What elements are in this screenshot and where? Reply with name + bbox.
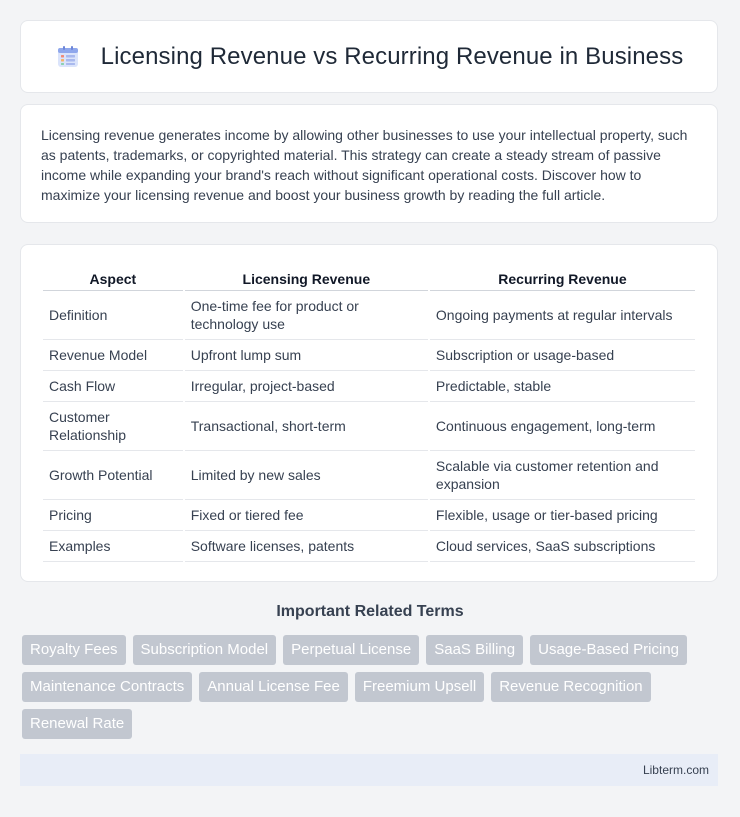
row-recurring: Predictable, stable: [429, 371, 695, 402]
row-aspect: Customer Relationship: [43, 402, 183, 451]
row-licensing: Transactional, short-term: [184, 402, 428, 451]
row-licensing: Irregular, project-based: [184, 371, 428, 402]
row-recurring: Continuous engagement, long-term: [429, 402, 695, 451]
related-term-tag[interactable]: Perpetual License: [283, 635, 420, 665]
related-terms-list: Royalty Fees Subscription Model Perpetua…: [22, 635, 722, 739]
document-list-icon: [57, 45, 78, 67]
row-aspect: Examples: [43, 531, 183, 562]
row-recurring: Cloud services, SaaS subscriptions: [429, 531, 695, 562]
row-recurring: Scalable via customer retention and expa…: [429, 451, 695, 500]
row-aspect: Growth Potential: [43, 451, 183, 500]
row-aspect: Definition: [43, 291, 183, 340]
column-header-licensing: Licensing Revenue: [184, 265, 428, 291]
column-header-recurring: Recurring Revenue: [429, 265, 695, 291]
related-term-tag[interactable]: Subscription Model: [132, 635, 277, 665]
intro-card: Licensing revenue generates income by al…: [20, 104, 718, 223]
row-aspect: Revenue Model: [43, 340, 183, 371]
row-recurring: Subscription or usage-based: [429, 340, 695, 371]
related-term-tag[interactable]: Revenue Recognition: [491, 672, 651, 702]
related-term-tag[interactable]: Usage-Based Pricing: [530, 635, 688, 665]
row-licensing: Fixed or tiered fee: [184, 500, 428, 531]
row-recurring: Ongoing payments at regular intervals: [429, 291, 695, 340]
row-licensing: Upfront lump sum: [184, 340, 428, 371]
comparison-card: Aspect Licensing Revenue Recurring Reven…: [20, 244, 718, 582]
row-recurring: Flexible, usage or tier-based pricing: [429, 500, 695, 531]
table-row: Customer Relationship Transactional, sho…: [43, 402, 695, 451]
related-term-tag[interactable]: Royalty Fees: [22, 635, 126, 665]
column-header-aspect: Aspect: [43, 265, 183, 291]
table-row: Definition One-time fee for product or t…: [43, 291, 695, 340]
page-title: Licensing Revenue vs Recurring Revenue i…: [100, 42, 684, 70]
row-aspect: Pricing: [43, 500, 183, 531]
intro-paragraph: Licensing revenue generates income by al…: [41, 127, 688, 203]
related-term-tag[interactable]: Freemium Upsell: [354, 672, 485, 702]
header-card: Licensing Revenue vs Recurring Revenue i…: [20, 20, 718, 93]
related-term-tag[interactable]: Annual License Fee: [199, 672, 348, 702]
row-licensing: One-time fee for product or technology u…: [184, 291, 428, 340]
table-row: Growth Potential Limited by new sales Sc…: [43, 451, 695, 500]
footer-site-link[interactable]: Libterm.com: [643, 763, 709, 777]
table-row: Examples Software licenses, patents Clou…: [43, 531, 695, 562]
row-licensing: Limited by new sales: [184, 451, 428, 500]
row-aspect: Cash Flow: [43, 371, 183, 402]
table-row: Cash Flow Irregular, project-based Predi…: [43, 371, 695, 402]
row-licensing: Software licenses, patents: [184, 531, 428, 562]
footer: Libterm.com: [20, 754, 718, 786]
header: Licensing Revenue vs Recurring Revenue i…: [55, 43, 684, 71]
comparison-table: Aspect Licensing Revenue Recurring Reven…: [41, 265, 697, 562]
related-term-tag[interactable]: Renewal Rate: [22, 709, 133, 739]
related-term-tag[interactable]: Maintenance Contracts: [22, 672, 193, 702]
table-row: Pricing Fixed or tiered fee Flexible, us…: [43, 500, 695, 531]
related-terms-title: Important Related Terms: [276, 603, 464, 620]
table-row: Revenue Model Upfront lump sum Subscript…: [43, 340, 695, 371]
table-header-row: Aspect Licensing Revenue Recurring Reven…: [43, 265, 695, 291]
related-term-tag[interactable]: SaaS Billing: [426, 635, 524, 665]
